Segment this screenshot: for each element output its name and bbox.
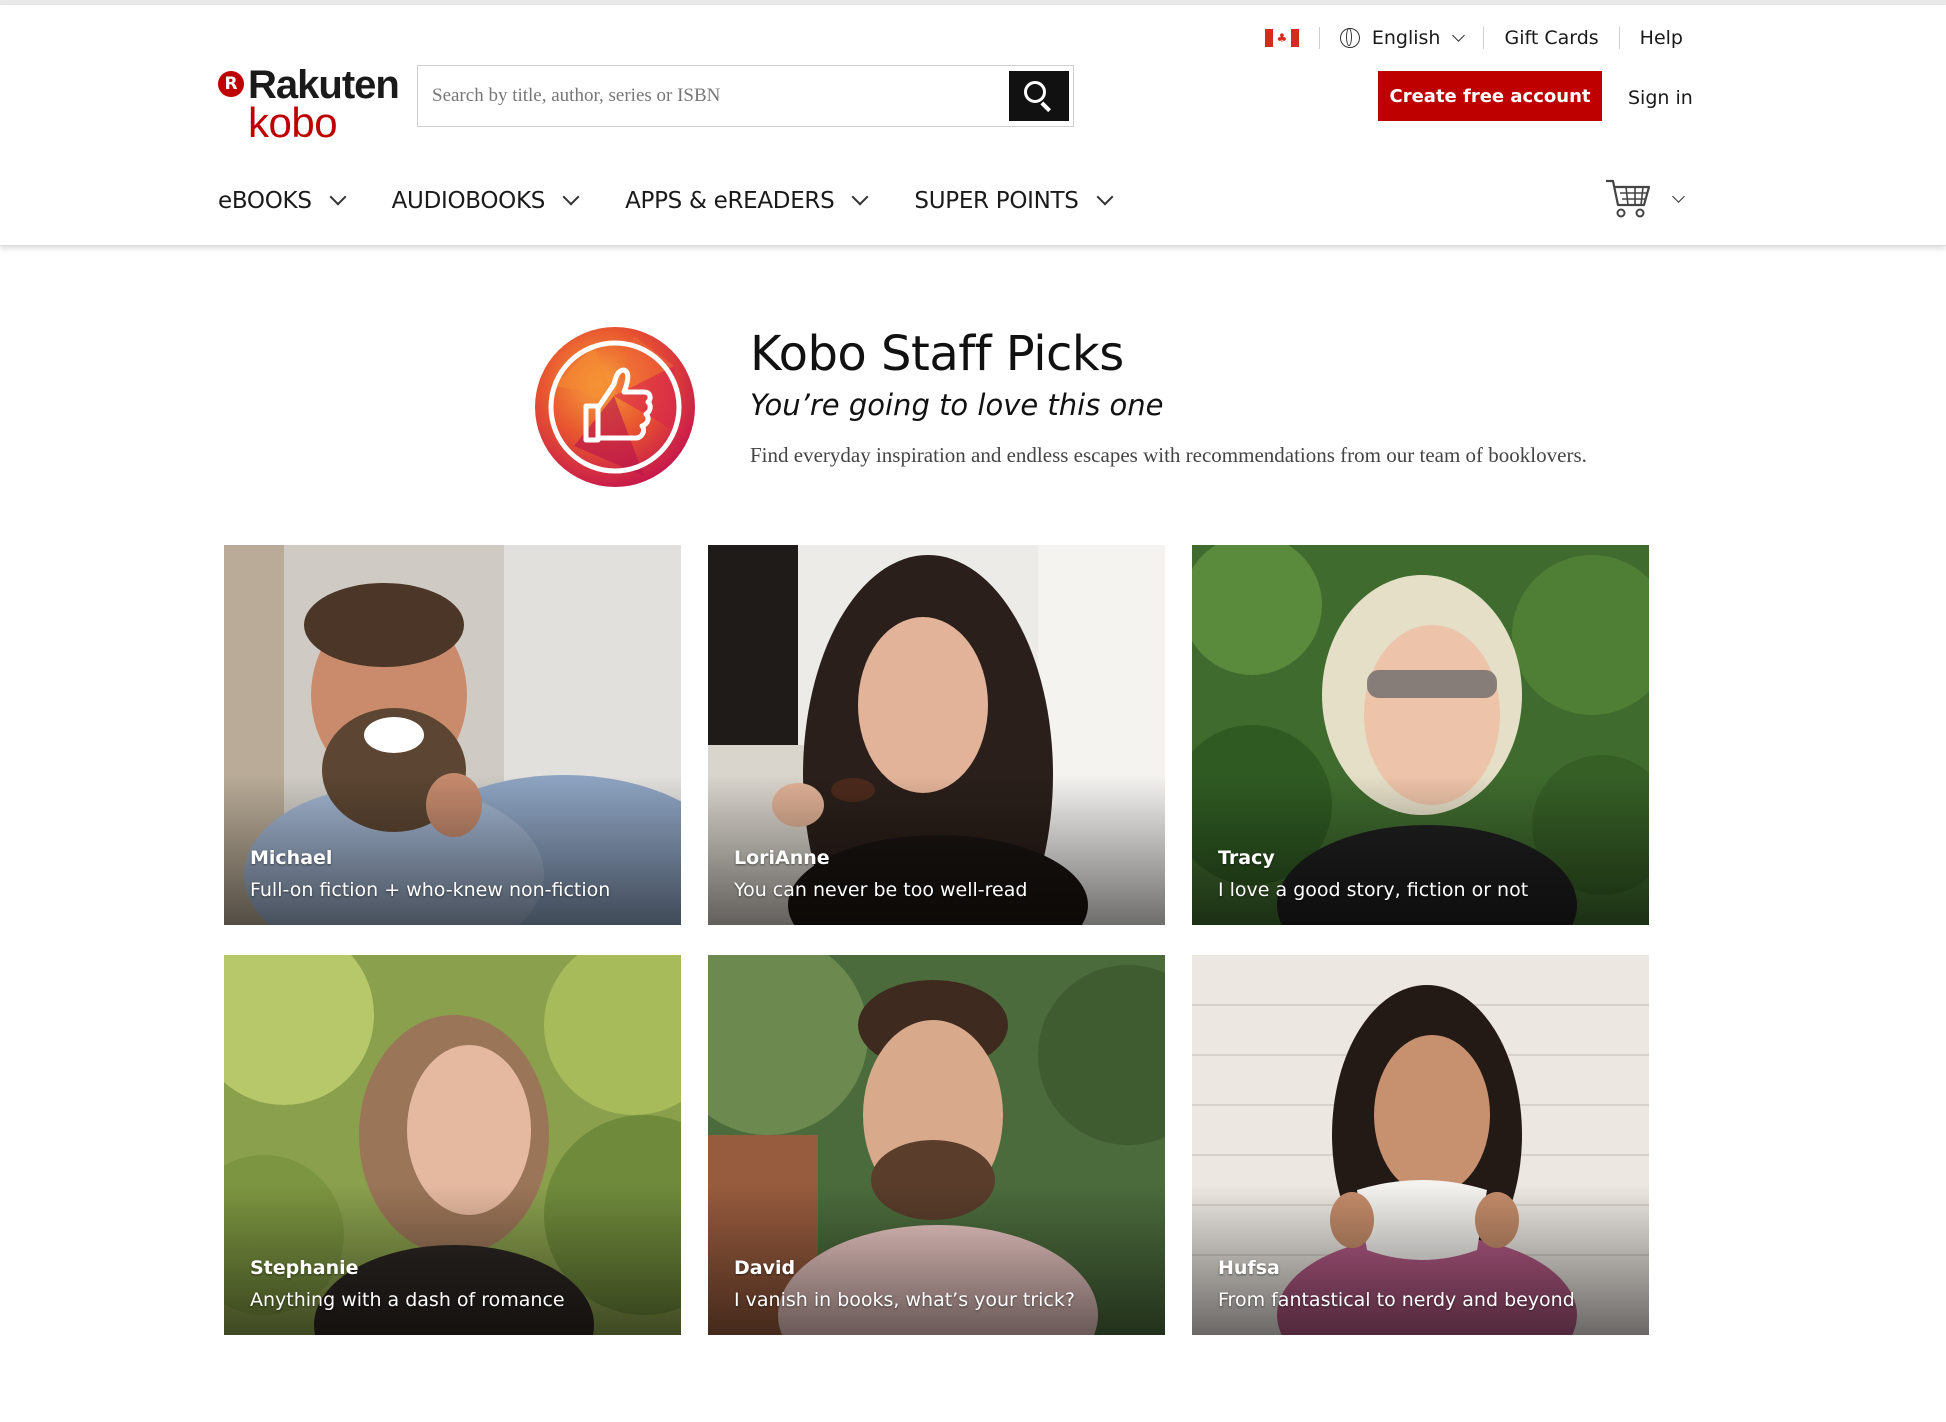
cart-button[interactable] <box>1604 177 1685 221</box>
create-account-button[interactable]: Create free account <box>1378 71 1602 121</box>
staff-card-stephanie[interactable]: Stephanie Anything with a dash of romanc… <box>224 955 681 1335</box>
staff-card-hufsa[interactable]: Hufsa From fantastical to nerdy and beyo… <box>1192 955 1649 1335</box>
nav-super-points[interactable]: SUPER POINTS <box>914 188 1114 214</box>
nav-label: eBOOKS <box>218 188 312 214</box>
staff-name: LoriAnne <box>734 847 830 869</box>
staff-name: Michael <box>250 847 333 869</box>
help-link[interactable]: Help <box>1640 27 1683 49</box>
page-subtitle: You’re going to love this one <box>750 388 1164 422</box>
staff-tagline: Full-on fiction + who-knew non-fiction <box>250 879 611 901</box>
language-selector[interactable]: English <box>1339 27 1466 49</box>
staff-tagline: Anything with a dash of romance <box>250 1289 565 1311</box>
divider <box>1483 27 1485 49</box>
thumbs-up-icon <box>535 327 695 487</box>
search-input[interactable] <box>418 67 1009 125</box>
nav-label: SUPER POINTS <box>914 188 1079 214</box>
staff-name: Tracy <box>1218 847 1275 869</box>
rakuten-kobo-logo[interactable]: R Rakuten kobo <box>218 63 400 146</box>
language-label: English <box>1371 27 1441 49</box>
utility-bar: ♣ English Gift Cards Help <box>1264 23 1683 53</box>
chevron-down-icon <box>1452 28 1466 42</box>
page-description: Find everyday inspiration and endless es… <box>750 443 1587 467</box>
logo-kobo-text: kobo <box>248 99 338 146</box>
search-button[interactable] <box>1009 71 1069 121</box>
staff-name: David <box>734 1257 796 1279</box>
chevron-down-icon <box>1672 189 1685 203</box>
staff-name: Stephanie <box>250 1257 359 1279</box>
chevron-down-icon <box>1096 188 1114 206</box>
nav-audiobooks[interactable]: AUDIOBOOKS <box>391 188 580 214</box>
nav-label: APPS & eREADERS <box>625 188 835 214</box>
nav-apps-ereaders[interactable]: APPS & eREADERS <box>625 188 869 214</box>
nav-ebooks[interactable]: eBOOKS <box>218 188 347 214</box>
divider <box>1618 27 1620 49</box>
chevron-down-icon <box>562 188 580 206</box>
staff-card-tracy[interactable]: Tracy I love a good story, fiction or no… <box>1192 545 1649 925</box>
staff-tagline: From fantastical to nerdy and beyond <box>1218 1289 1575 1311</box>
staff-tagline: I love a good story, fiction or not <box>1218 879 1529 901</box>
chevron-down-icon <box>329 188 347 206</box>
cart-icon <box>1606 179 1651 218</box>
search-bar <box>417 65 1074 127</box>
divider <box>1318 27 1320 49</box>
page-title: Kobo Staff Picks <box>750 326 1124 382</box>
site-header: ♣ English Gift Cards Help R Rakuten kobo… <box>0 5 1946 246</box>
globe-icon <box>1339 28 1360 48</box>
staff-card-michael[interactable]: Michael Full-on fiction + who-knew non-f… <box>224 545 681 925</box>
logo-badge: R <box>218 71 244 97</box>
chevron-down-icon <box>851 188 869 206</box>
main-nav: eBOOKS AUDIOBOOKS APPS & eREADERS SUPER … <box>218 181 1159 221</box>
staff-card-david[interactable]: David I vanish in books, what’s your tri… <box>708 955 1165 1335</box>
gift-cards-link[interactable]: Gift Cards <box>1504 27 1598 49</box>
sign-in-link[interactable]: Sign in <box>1628 87 1693 109</box>
staff-tagline: You can never be too well-read <box>734 879 1028 901</box>
search-icon <box>1024 81 1054 112</box>
staff-name: Hufsa <box>1218 1257 1280 1279</box>
staff-card-lorianne[interactable]: LoriAnne You can never be too well-read <box>708 545 1165 925</box>
canada-flag-icon[interactable]: ♣ <box>1264 29 1299 47</box>
nav-label: AUDIOBOOKS <box>391 188 546 214</box>
staff-tagline: I vanish in books, what’s your trick? <box>734 1289 1075 1311</box>
